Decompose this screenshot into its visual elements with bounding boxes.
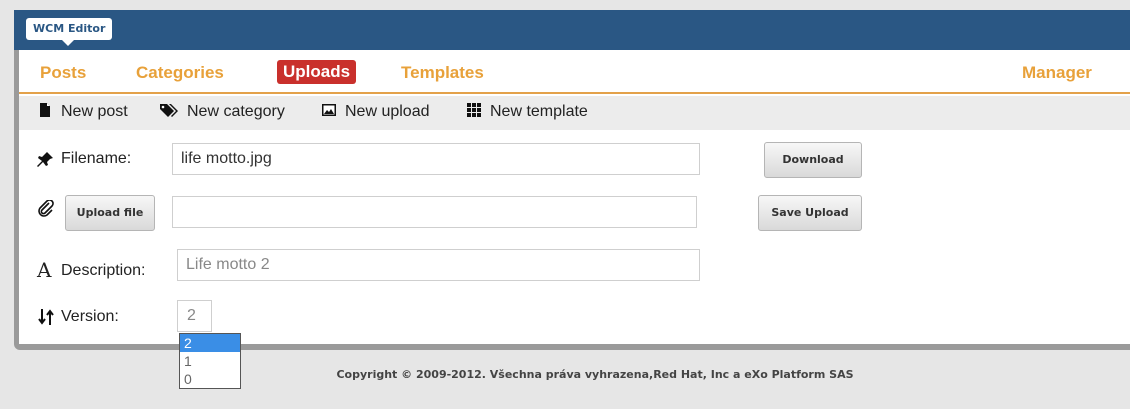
app-badge[interactable]: WCM Editor bbox=[26, 18, 113, 46]
new-category-label: New category bbox=[187, 103, 285, 120]
pin-icon bbox=[37, 152, 53, 167]
nav-categories[interactable]: Categories bbox=[136, 63, 224, 83]
footer-copyright: Copyright © 2009-2012. Všechna práva vyh… bbox=[336, 368, 854, 381]
nav-manager[interactable]: Manager bbox=[1022, 63, 1092, 83]
new-upload-label: New upload bbox=[345, 103, 430, 120]
version-label: Version: bbox=[61, 308, 119, 326]
new-template-button[interactable]: New template bbox=[466, 102, 588, 121]
new-template-label: New template bbox=[490, 103, 588, 120]
main-panel: Posts Categories Uploads Templates Manag… bbox=[14, 50, 1130, 350]
tags-icon bbox=[160, 104, 178, 117]
nav-posts[interactable]: Posts bbox=[40, 63, 86, 83]
image-icon bbox=[322, 104, 336, 116]
new-post-button[interactable]: New post bbox=[37, 102, 128, 121]
main-nav: Posts Categories Uploads Templates Manag… bbox=[19, 60, 1130, 94]
paperclip-icon bbox=[38, 200, 54, 217]
new-category-button[interactable]: New category bbox=[159, 102, 285, 121]
sort-icon bbox=[38, 309, 54, 325]
file-icon bbox=[40, 103, 50, 117]
filename-label: Filename: bbox=[61, 150, 132, 168]
new-upload-button[interactable]: New upload bbox=[321, 102, 430, 121]
toolbar: New post New category New upload New tem… bbox=[19, 96, 1130, 130]
font-icon: A bbox=[37, 258, 52, 282]
version-select[interactable]: 2 bbox=[177, 300, 212, 332]
version-label-group: Version: bbox=[37, 308, 119, 326]
new-post-label: New post bbox=[61, 103, 128, 120]
description-label-group: A Description: bbox=[37, 258, 145, 282]
nav-uploads[interactable]: Uploads bbox=[277, 60, 357, 84]
description-field[interactable]: Life motto 2 bbox=[177, 249, 700, 281]
save-upload-button[interactable]: Save Upload bbox=[758, 195, 862, 231]
version-option-2[interactable]: 2 bbox=[180, 334, 240, 352]
upload-file-button[interactable]: Upload file bbox=[65, 195, 155, 231]
filename-field[interactable]: life motto.jpg bbox=[172, 143, 700, 175]
top-bar: WCM Editor bbox=[14, 10, 1130, 50]
nav-templates[interactable]: Templates bbox=[401, 63, 484, 83]
filename-label-group: Filename: bbox=[37, 150, 131, 168]
description-label: Description: bbox=[61, 262, 146, 279]
upload-path-field[interactable] bbox=[172, 196, 697, 228]
grid-icon bbox=[467, 103, 481, 117]
download-button[interactable]: Download bbox=[764, 142, 862, 178]
